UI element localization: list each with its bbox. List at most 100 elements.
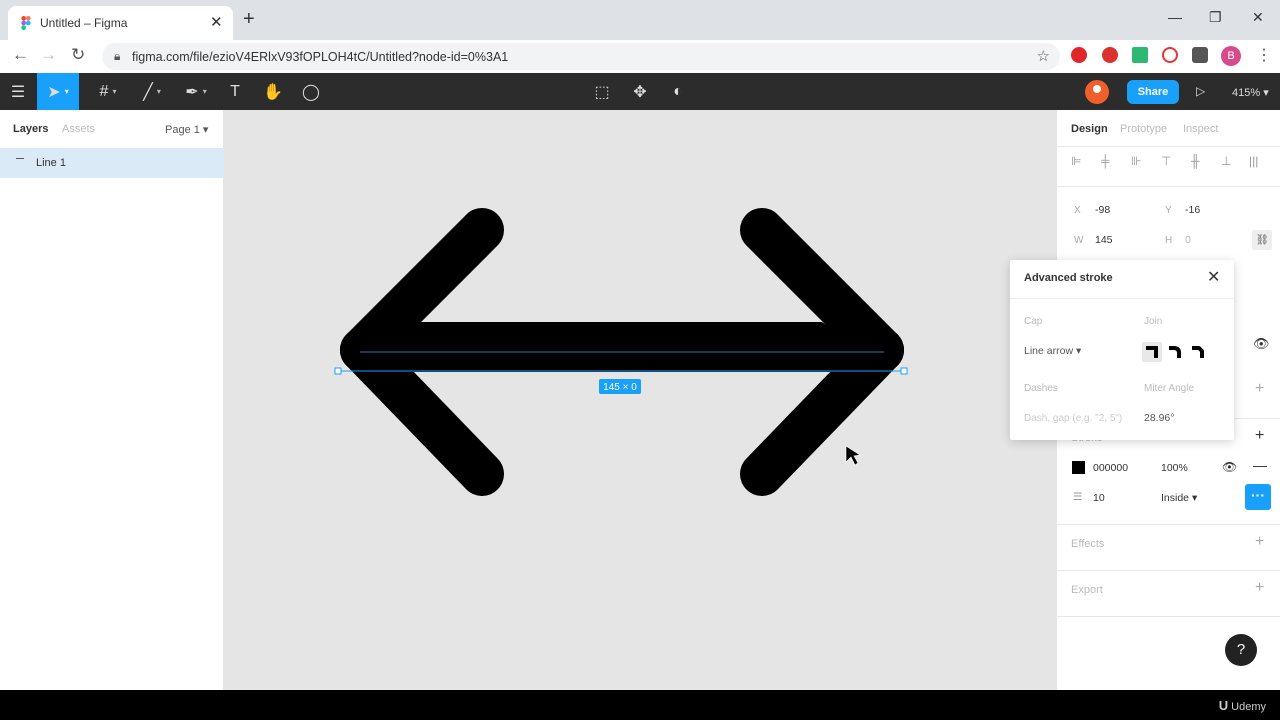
cap-select[interactable]: Line arrow ▾ bbox=[1024, 345, 1081, 357]
stroke-position-select[interactable]: Inside ▾ bbox=[1161, 492, 1197, 504]
close-icon[interactable]: ✕ bbox=[1207, 267, 1220, 287]
main-menu-icon[interactable]: ☰ bbox=[6, 73, 30, 110]
align-bottom-icon[interactable]: ⊥ bbox=[1221, 154, 1231, 168]
w-field[interactable]: 145 bbox=[1095, 234, 1113, 246]
divider bbox=[1057, 186, 1280, 187]
bookmark-star-icon[interactable]: ☆ bbox=[1037, 47, 1050, 65]
tab-layers[interactable]: Layers bbox=[13, 123, 48, 135]
layer-row[interactable]: Line 1 bbox=[0, 148, 224, 178]
y-label: Y bbox=[1165, 205, 1172, 216]
address-bar[interactable]: 🔒︎ figma.com/file/ezioV4ERlxV93fOPLOH4tC… bbox=[102, 43, 1060, 70]
align-center-icon[interactable]: ╪ bbox=[1101, 154, 1110, 168]
advanced-stroke-button[interactable]: ··· bbox=[1245, 484, 1271, 510]
miter-join-button[interactable] bbox=[1142, 342, 1162, 362]
figma-favicon-icon bbox=[21, 16, 31, 30]
back-icon[interactable]: ← bbox=[12, 45, 29, 65]
tab-strip: Untitled – Figma ✕ + — ❐ ✕ bbox=[0, 0, 1280, 40]
stroke-opacity[interactable]: 100% bbox=[1161, 462, 1188, 474]
x-field[interactable]: -98 bbox=[1095, 204, 1110, 216]
align-right-icon[interactable]: ⊪ bbox=[1131, 154, 1141, 168]
hand-tool-icon[interactable]: ✋ bbox=[260, 73, 286, 110]
align-top-icon[interactable]: ⊤ bbox=[1161, 154, 1171, 168]
constrain-proportions-icon[interactable]: ⛓ bbox=[1252, 230, 1272, 250]
browser-tab[interactable]: Untitled – Figma ✕ bbox=[8, 6, 233, 40]
visibility-eye-icon[interactable]: 👁︎ bbox=[1253, 336, 1270, 352]
cursor-icon: ➤ bbox=[47, 83, 61, 101]
tab-close-icon[interactable]: ✕ bbox=[210, 13, 223, 31]
add-stroke-icon[interactable]: + bbox=[1255, 427, 1264, 445]
h-field[interactable]: 0 bbox=[1185, 234, 1191, 246]
line-layer-icon bbox=[16, 158, 24, 159]
udemy-watermark: U Udemy bbox=[1218, 698, 1266, 713]
help-button[interactable]: ? bbox=[1225, 634, 1257, 666]
user-avatar[interactable] bbox=[1085, 80, 1109, 104]
component-icon[interactable]: ✥ bbox=[628, 73, 652, 110]
comment-tool-icon[interactable]: ◯ bbox=[298, 73, 324, 110]
move-tool-button[interactable]: ➤ ▾ bbox=[37, 73, 79, 110]
distribute-icon[interactable]: ||| bbox=[1249, 154, 1258, 168]
add-export-icon[interactable]: + bbox=[1255, 579, 1264, 597]
browser-menu-icon[interactable]: ⋮ bbox=[1256, 45, 1272, 65]
align-left-icon[interactable]: ⊫ bbox=[1071, 154, 1081, 168]
bevel-join-icon bbox=[1192, 346, 1204, 358]
minimize-button[interactable]: — bbox=[1168, 9, 1182, 25]
canvas[interactable]: 145 × 0 bbox=[224, 110, 1056, 690]
canvas-artwork: 145 × 0 bbox=[334, 208, 908, 496]
divider bbox=[1057, 524, 1280, 525]
mask-icon[interactable]: ◐ bbox=[666, 73, 690, 110]
miter-angle-field[interactable]: 28.96° bbox=[1144, 412, 1174, 424]
line-tool-button[interactable]: ╱ ▾ bbox=[134, 73, 170, 110]
reload-icon[interactable]: ↻ bbox=[71, 45, 85, 65]
navigation-bar: ← → ↻ 🔒︎ figma.com/file/ezioV4ERlxV93fOP… bbox=[0, 40, 1280, 73]
frame-tool-button[interactable]: # ▾ bbox=[90, 73, 126, 110]
align-middle-icon[interactable]: ╫ bbox=[1191, 154, 1200, 168]
pen-tool-button[interactable]: ✒ ▾ bbox=[178, 73, 214, 110]
stroke-visibility-icon[interactable]: 👁︎ bbox=[1222, 460, 1237, 474]
add-effect-icon[interactable]: + bbox=[1255, 533, 1264, 551]
h-label: H bbox=[1165, 235, 1173, 246]
advanced-stroke-popup: Advanced stroke ✕ Cap Join Line arrow ▾ … bbox=[1010, 260, 1234, 440]
round-join-button[interactable] bbox=[1165, 342, 1185, 362]
text-tool-button[interactable]: T bbox=[222, 73, 248, 110]
y-field[interactable]: -16 bbox=[1185, 204, 1200, 216]
stroke-weight-field[interactable]: 10 bbox=[1093, 492, 1105, 504]
dashes-input[interactable]: Dash, gap (e.g. "2, 5") bbox=[1024, 413, 1122, 424]
selection-handle-left[interactable] bbox=[334, 367, 342, 375]
bevel-join-button[interactable] bbox=[1188, 342, 1208, 362]
forward-icon[interactable]: → bbox=[40, 45, 57, 65]
extensions-puzzle-icon[interactable] bbox=[1192, 47, 1208, 63]
window-close-button[interactable]: ✕ bbox=[1252, 9, 1264, 26]
restore-button[interactable]: ❐ bbox=[1209, 9, 1222, 26]
add-fill-icon[interactable]: + bbox=[1255, 380, 1264, 398]
profile-avatar[interactable]: B bbox=[1221, 46, 1241, 66]
browser-window: Untitled – Figma ✕ + — ❐ ✕ ← → ↻ 🔒︎ figm… bbox=[0, 0, 1280, 690]
new-tab-button[interactable]: + bbox=[243, 8, 255, 31]
create-component-icon[interactable]: ⬚ bbox=[590, 73, 614, 110]
tab-inspect[interactable]: Inspect bbox=[1183, 123, 1218, 135]
tab-prototype[interactable]: Prototype bbox=[1120, 123, 1167, 135]
stroke-color-swatch[interactable] bbox=[1072, 461, 1085, 474]
page-selector[interactable]: Page 1 ▾ bbox=[165, 123, 208, 136]
url-text[interactable]: figma.com/file/ezioV4ERlxV93fOPLOH4tC/Un… bbox=[132, 50, 508, 64]
lock-icon: 🔒︎ bbox=[114, 49, 121, 63]
opera-extension-icon[interactable] bbox=[1071, 47, 1087, 63]
export-section-title: Export bbox=[1071, 584, 1103, 596]
w-label: W bbox=[1074, 235, 1084, 246]
screen-recorder-extension-icon[interactable] bbox=[1162, 47, 1178, 63]
zoom-level[interactable]: 415% ▾ bbox=[1232, 86, 1269, 99]
extension-badge-icon[interactable] bbox=[1102, 47, 1118, 63]
green-extension-icon[interactable] bbox=[1132, 47, 1148, 63]
miter-angle-label: Miter Angle bbox=[1144, 383, 1195, 394]
miter-join-icon bbox=[1146, 346, 1158, 358]
tab-assets[interactable]: Assets bbox=[62, 123, 95, 135]
video-bottom-bar: U Udemy bbox=[0, 690, 1280, 720]
tab-design[interactable]: Design bbox=[1071, 123, 1108, 135]
join-label: Join bbox=[1144, 316, 1163, 327]
share-button[interactable]: Share bbox=[1127, 80, 1179, 104]
present-play-icon[interactable]: ▷ bbox=[1196, 84, 1205, 98]
divider bbox=[1057, 146, 1280, 147]
remove-stroke-icon[interactable]: — bbox=[1253, 457, 1267, 473]
stroke-color-hex[interactable]: 000000 bbox=[1093, 462, 1128, 474]
effects-section-title: Effects bbox=[1071, 538, 1105, 550]
selection-handle-right[interactable] bbox=[900, 367, 908, 375]
